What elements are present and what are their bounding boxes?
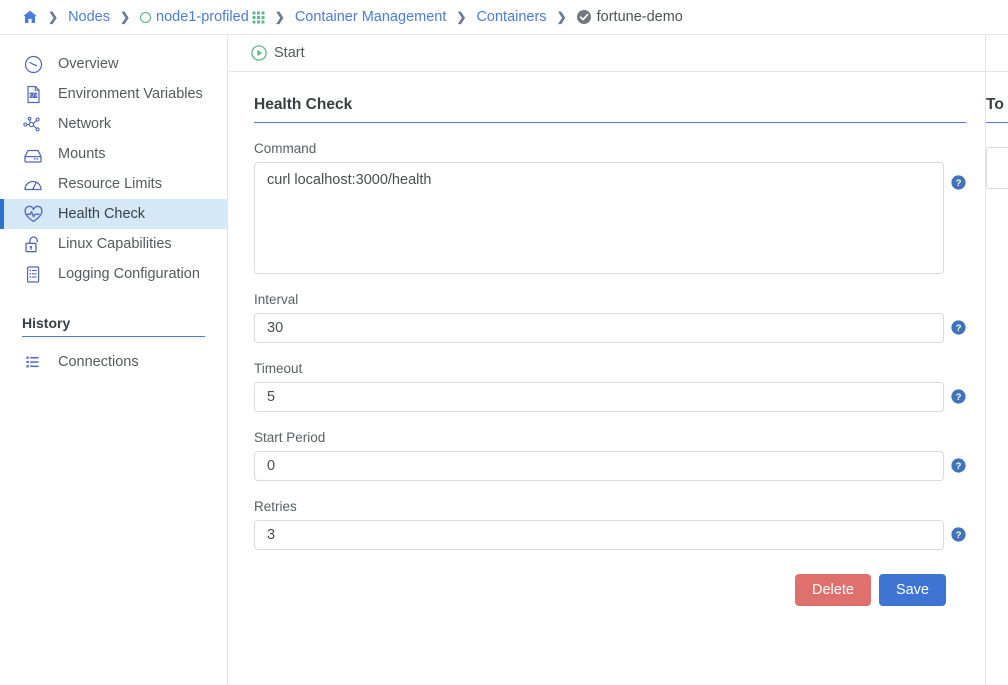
help-circle-icon[interactable]: ? — [951, 458, 966, 473]
check-circle-icon — [576, 10, 591, 24]
mounts-icon — [22, 144, 44, 164]
log-list-icon — [22, 264, 44, 284]
save-button[interactable]: Save — [878, 574, 946, 606]
sidebar-item-label: Network — [58, 116, 112, 132]
list-icon — [22, 352, 44, 372]
svg-text:?: ? — [956, 461, 962, 472]
breadcrumb-separator: ❯ — [456, 10, 467, 24]
grid-icon — [252, 11, 265, 24]
breadcrumb-separator: ❯ — [556, 10, 567, 24]
sidebar-item-label: Health Check — [58, 206, 146, 222]
sidebar-history-section: History — [0, 315, 227, 337]
start-period-input[interactable] — [254, 451, 944, 481]
right-panel-title: To — [986, 96, 1008, 123]
sidebar-item-label: Connections — [58, 354, 139, 370]
form-actions: Delete Save — [254, 574, 966, 606]
sidebar: Overview </> Environment Variables Netwo… — [0, 35, 228, 685]
gauge-icon — [22, 174, 44, 194]
field-label-interval: Interval — [254, 292, 299, 307]
sidebar-item-label: Environment Variables — [58, 86, 203, 102]
sidebar-item-connections[interactable]: Connections — [0, 347, 227, 377]
field-start-period: Start Period ? — [254, 430, 966, 481]
breadcrumb-item-fortune-demo: fortune-demo — [576, 9, 683, 25]
breadcrumb-separator: ❯ — [48, 10, 59, 24]
health-check-panel: Health Check Command curl localhost:3000… — [229, 72, 985, 685]
home-icon[interactable] — [22, 9, 38, 25]
help-circle-icon[interactable]: ? — [951, 175, 966, 190]
timeout-input[interactable] — [254, 382, 944, 412]
overview-icon — [22, 54, 44, 74]
sidebar-item-health-check[interactable]: Health Check — [0, 199, 227, 229]
breadcrumb-item-nodes[interactable]: Nodes — [68, 9, 110, 25]
breadcrumb-item-containers[interactable]: Containers — [476, 9, 546, 25]
sidebar-item-label: Resource Limits — [58, 176, 162, 192]
sidebar-item-label: Logging Configuration — [58, 266, 200, 282]
breadcrumb: ❯ Nodes ❯ node1-profiled ❯ Container Man… — [0, 0, 1008, 35]
field-label-start-period: Start Period — [254, 430, 326, 445]
svg-text:?: ? — [956, 178, 962, 189]
sidebar-item-mounts[interactable]: Mounts — [0, 139, 227, 169]
field-command: Command curl localhost:3000/health ? — [254, 141, 966, 274]
right-panel-input[interactable] — [986, 147, 1008, 189]
network-icon — [22, 114, 44, 134]
right-side-panel: To — [986, 72, 1008, 685]
help-circle-icon[interactable]: ? — [951, 320, 966, 335]
field-label-timeout: Timeout — [254, 361, 303, 376]
breadcrumb-label: Containers — [476, 9, 547, 25]
sidebar-item-label: Overview — [58, 56, 119, 72]
breadcrumb-label: Nodes — [68, 9, 110, 25]
svg-text:?: ? — [956, 530, 962, 541]
field-label-retries: Retries — [254, 499, 297, 514]
field-label-command: Command — [254, 141, 317, 156]
breadcrumb-separator: ❯ — [119, 10, 131, 24]
sidebar-item-linux-capabilities[interactable]: Linux Capabilities — [0, 229, 227, 259]
breadcrumb-item-node1-profiled[interactable]: node1-profiled — [140, 9, 265, 25]
heartbeat-icon — [22, 204, 44, 224]
breadcrumb-separator: ❯ — [274, 10, 285, 24]
retries-input[interactable] — [254, 520, 944, 550]
sidebar-item-logging-configuration[interactable]: Logging Configuration — [0, 259, 227, 289]
content-toolbar: Start — [229, 35, 1008, 72]
sidebar-item-label: Mounts — [58, 146, 106, 162]
svg-text:</>: </> — [28, 93, 37, 99]
breadcrumb-item-container-management[interactable]: Container Management — [295, 9, 447, 25]
interval-input[interactable] — [254, 313, 944, 343]
sidebar-item-network[interactable]: Network — [0, 109, 227, 139]
breadcrumb-label: fortune-demo — [596, 9, 683, 25]
help-circle-icon[interactable]: ? — [951, 527, 966, 542]
page-title: Health Check — [254, 96, 966, 123]
field-interval: Interval ? — [254, 292, 966, 343]
start-button[interactable]: Start — [251, 45, 305, 61]
delete-button[interactable]: Delete — [795, 574, 871, 606]
breadcrumb-label: node1-profiled — [156, 9, 249, 25]
start-button-label: Start — [274, 45, 305, 61]
sidebar-item-environment-variables[interactable]: </> Environment Variables — [0, 79, 227, 109]
sidebar-item-label: Linux Capabilities — [58, 236, 172, 252]
help-circle-icon[interactable]: ? — [951, 389, 966, 404]
unlock-icon — [22, 234, 44, 254]
field-timeout: Timeout ? — [254, 361, 966, 412]
breadcrumb-label: Container Management — [294, 9, 447, 25]
command-input[interactable]: curl localhost:3000/health — [254, 162, 944, 274]
svg-text:?: ? — [956, 323, 962, 334]
sidebar-history-title: History — [22, 315, 205, 337]
svg-text:?: ? — [956, 392, 962, 403]
node-status-circle-icon — [140, 11, 152, 23]
field-retries: Retries ? — [254, 499, 966, 550]
env-vars-icon: </> — [22, 84, 44, 104]
sidebar-item-overview[interactable]: Overview — [0, 49, 227, 79]
sidebar-item-resource-limits[interactable]: Resource Limits — [0, 169, 227, 199]
play-circle-icon — [251, 45, 267, 61]
